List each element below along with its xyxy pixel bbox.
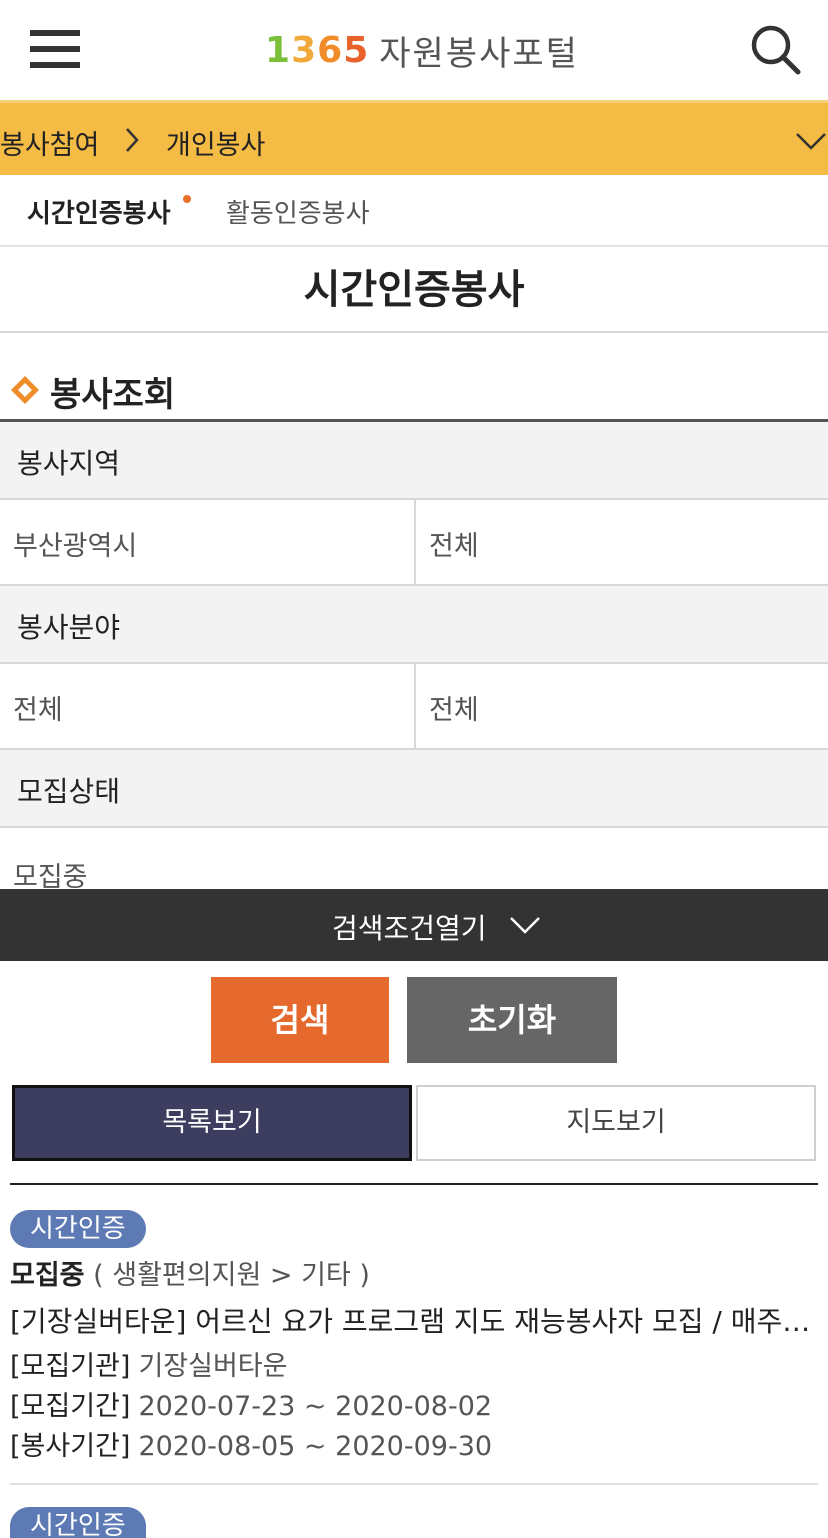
filter-label-status: 모집상태 xyxy=(0,750,828,828)
toggle-label: 검색조건열기 xyxy=(332,912,487,945)
status-label: 모집상태 xyxy=(17,775,121,808)
list-item[interactable]: 시간인증 모집중 ( 생활편의지원 > 기타 ) [기장실버타운] 어르신 요가… xyxy=(10,1210,818,1485)
category-path: ( 생활편의지원 > 기타 ) xyxy=(93,1260,370,1291)
filter-row-field: 전체 전체 xyxy=(0,664,828,750)
chevron-down-icon[interactable] xyxy=(794,127,828,155)
field-major-value: 전체 xyxy=(13,695,63,726)
field-minor-select[interactable]: 전체 xyxy=(414,664,828,748)
list-divider xyxy=(10,1183,818,1185)
status-category-line: 모집중 ( 생활편의지원 > 기타 ) xyxy=(10,1253,370,1292)
reset-button[interactable]: 초기화 xyxy=(407,977,617,1063)
field-label: 봉사분야 xyxy=(17,611,121,644)
search-options-toggle[interactable]: 검색조건열기 xyxy=(0,889,828,961)
field-major-select[interactable]: 전체 xyxy=(0,664,414,748)
org-value: 기장실버타운 xyxy=(138,1351,288,1382)
breadcrumb: 봉사참여 개인봉사 xyxy=(0,100,828,175)
search-icon[interactable] xyxy=(748,22,804,78)
sub-tabs: 시간인증봉사 활동인증봉사 xyxy=(0,175,828,247)
breadcrumb-item-participation[interactable]: 봉사참여 xyxy=(0,123,99,162)
filter-row-region: 부산광역시 전체 xyxy=(0,500,828,586)
field-minor-value: 전체 xyxy=(429,695,479,726)
service-period-line: [봉사기간] 2020-08-05 ~ 2020-09-30 xyxy=(10,1424,492,1463)
region-label: 봉사지역 xyxy=(17,447,121,480)
recruit-status: 모집중 xyxy=(10,1260,85,1291)
diamond-bullet-icon xyxy=(10,375,40,405)
recruit-period-value: 2020-07-23 ~ 2020-08-02 xyxy=(138,1391,493,1422)
logo-number: 1365 xyxy=(265,29,370,71)
region-district-select[interactable]: 전체 xyxy=(414,500,828,584)
certification-badge: 시간인증 xyxy=(10,1210,146,1248)
org-label: [모집기관] xyxy=(10,1351,131,1382)
page-title: 시간인증봉사 xyxy=(0,247,828,333)
section-title: 봉사조회 xyxy=(50,375,176,415)
status-select[interactable]: 모집중 xyxy=(0,829,828,889)
site-logo[interactable]: 1365 자원봉사포털 xyxy=(265,22,579,78)
breadcrumb-item-personal[interactable]: 개인봉사 xyxy=(166,123,265,162)
tab-time-certified[interactable]: 시간인증봉사 xyxy=(27,193,171,230)
search-section-header: 봉사조회 xyxy=(0,355,828,422)
status-value: 모집중 xyxy=(13,862,88,889)
service-period-value: 2020-08-05 ~ 2020-09-30 xyxy=(138,1431,493,1462)
list-view-button[interactable]: 목록보기 xyxy=(12,1085,412,1161)
logo-text: 자원봉사포털 xyxy=(379,33,579,74)
service-period-label: [봉사기간] xyxy=(10,1431,131,1462)
region-district-value: 전체 xyxy=(429,531,479,562)
hamburger-menu-icon[interactable] xyxy=(30,30,80,70)
item-title[interactable]: [기장실버타운] 어르신 요가 프로그램 지도 재능봉사자 모집 / 매주 수요… xyxy=(10,1300,818,1340)
chevron-down-icon xyxy=(508,913,542,937)
app-header: 1365 자원봉사포털 xyxy=(0,0,828,100)
certification-badge: 시간인증 xyxy=(10,1507,146,1538)
filter-label-field: 봉사분야 xyxy=(0,586,828,664)
region-city-select[interactable]: 부산광역시 xyxy=(0,500,414,584)
search-button[interactable]: 검색 xyxy=(211,977,389,1063)
recruit-period-label: [모집기간] xyxy=(10,1391,131,1422)
tab-activity-certified[interactable]: 활동인증봉사 xyxy=(226,193,370,230)
active-tab-dot xyxy=(183,195,191,203)
chevron-right-icon xyxy=(122,125,142,155)
filter-label-region: 봉사지역 xyxy=(0,422,828,500)
map-view-button[interactable]: 지도보기 xyxy=(416,1085,816,1161)
org-line: [모집기관] 기장실버타운 xyxy=(10,1344,287,1383)
region-city-value: 부산광역시 xyxy=(13,531,138,562)
recruit-period-line: [모집기간] 2020-07-23 ~ 2020-08-02 xyxy=(10,1384,492,1423)
